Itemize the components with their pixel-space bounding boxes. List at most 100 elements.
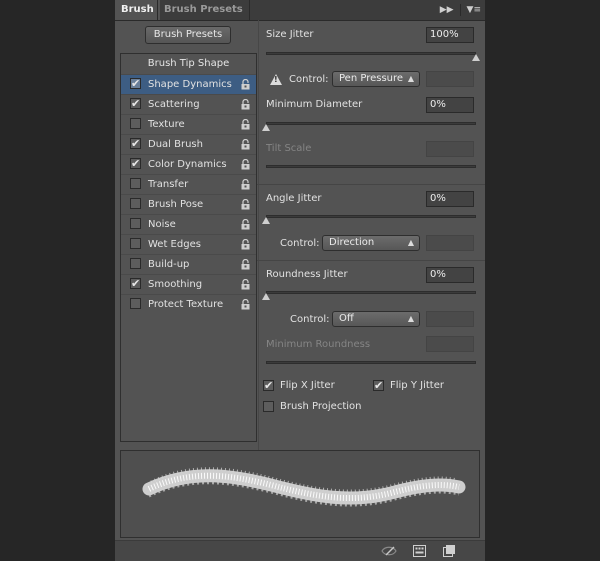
lock-icon[interactable] bbox=[241, 238, 250, 250]
brush-option-item[interactable]: Transfer bbox=[121, 174, 256, 194]
new-preset-icon[interactable] bbox=[443, 545, 455, 557]
angle-jitter-slider[interactable] bbox=[266, 215, 476, 218]
angle-control-value: Direction bbox=[329, 237, 375, 248]
size-control-value: Pen Pressure bbox=[339, 73, 404, 84]
minimum-diameter-thumb[interactable] bbox=[262, 124, 270, 131]
brush-option-item[interactable]: ✔ Dual Brush bbox=[121, 134, 256, 154]
roundness-jitter-slider[interactable] bbox=[266, 291, 476, 294]
roundness-control-label: Control: bbox=[290, 314, 330, 325]
brush-stroke-preview bbox=[120, 450, 480, 538]
lock-icon[interactable] bbox=[241, 218, 250, 230]
option-checkbox[interactable] bbox=[130, 238, 141, 249]
option-checkbox[interactable]: ✔ bbox=[130, 78, 141, 89]
option-checkbox[interactable] bbox=[130, 218, 141, 229]
option-checkbox[interactable] bbox=[130, 258, 141, 269]
roundness-jitter-label: Roundness Jitter bbox=[266, 269, 348, 280]
option-label: Scattering bbox=[148, 99, 200, 110]
option-checkbox[interactable] bbox=[130, 198, 141, 209]
lock-icon[interactable] bbox=[241, 198, 250, 210]
size-control-select[interactable]: Pen Pressure ▲ bbox=[332, 71, 420, 87]
minimum-roundness-field bbox=[426, 336, 474, 352]
option-checkbox[interactable]: ✔ bbox=[130, 138, 141, 149]
option-checkbox[interactable]: ✔ bbox=[130, 158, 141, 169]
angle-control-select[interactable]: Direction ▲ bbox=[322, 235, 420, 251]
lock-icon[interactable] bbox=[241, 298, 250, 310]
angle-jitter-thumb[interactable] bbox=[262, 217, 270, 224]
flip-y-label: Flip Y Jitter bbox=[390, 380, 444, 391]
section-divider bbox=[257, 184, 485, 185]
panel-controls: ▶▶ ▼≡ bbox=[440, 0, 481, 20]
lock-icon[interactable] bbox=[241, 118, 250, 130]
size-jitter-slider[interactable] bbox=[266, 52, 476, 55]
brush-projection-label: Brush Projection bbox=[280, 401, 362, 412]
flip-y-checkbox[interactable]: ✔ bbox=[373, 380, 384, 391]
minimum-diameter-field[interactable]: 0% bbox=[426, 97, 474, 113]
option-label: Protect Texture bbox=[148, 299, 224, 310]
brush-option-item[interactable]: Protect Texture bbox=[121, 294, 256, 314]
brush-option-item[interactable]: Texture bbox=[121, 114, 256, 134]
brush-option-item[interactable]: Wet Edges bbox=[121, 234, 256, 254]
minimum-roundness-label: Minimum Roundness bbox=[266, 339, 371, 350]
column-divider bbox=[258, 20, 259, 450]
divider bbox=[459, 4, 461, 16]
section-divider bbox=[257, 260, 485, 261]
panel-footer bbox=[115, 540, 485, 561]
size-jitter-field[interactable]: 100% bbox=[426, 27, 474, 43]
brush-stroke-image bbox=[142, 467, 466, 507]
lock-icon[interactable] bbox=[241, 78, 250, 90]
option-checkbox[interactable] bbox=[130, 178, 141, 189]
lock-icon[interactable] bbox=[241, 158, 250, 170]
option-label: Wet Edges bbox=[148, 239, 201, 250]
option-label: Noise bbox=[148, 219, 176, 230]
option-label: Color Dynamics bbox=[148, 159, 227, 170]
option-checkbox[interactable] bbox=[130, 118, 141, 129]
minimum-diameter-slider[interactable] bbox=[266, 122, 476, 125]
roundness-jitter-thumb[interactable] bbox=[262, 293, 270, 300]
brush-options-list: Brush Tip Shape ✔ Shape Dynamics ✔ Scatteri… bbox=[120, 53, 257, 442]
lock-icon[interactable] bbox=[241, 178, 250, 190]
toggle-preview-icon[interactable] bbox=[381, 545, 397, 557]
option-label: Transfer bbox=[148, 179, 189, 190]
roundness-jitter-field[interactable]: 0% bbox=[426, 267, 474, 283]
tab-brush-presets[interactable]: Brush Presets bbox=[157, 0, 250, 20]
chevron-updown-icon: ▲ bbox=[407, 74, 414, 83]
roundness-control-select[interactable]: Off ▲ bbox=[332, 311, 420, 327]
angle-control-field bbox=[426, 235, 474, 251]
angle-jitter-label: Angle Jitter bbox=[266, 193, 322, 204]
lock-icon[interactable] bbox=[241, 258, 250, 270]
option-checkbox[interactable] bbox=[130, 298, 141, 309]
brush-option-item[interactable]: ✔ Smoothing bbox=[121, 274, 256, 294]
chevron-updown-icon: ▲ bbox=[407, 314, 414, 323]
brush-option-item[interactable]: Brush Pose bbox=[121, 194, 256, 214]
option-label: Brush Pose bbox=[148, 199, 204, 210]
brush-panel: Brush Brush Presets ▶▶ ▼≡ Brush Presets … bbox=[115, 0, 485, 561]
size-control-field bbox=[426, 71, 474, 87]
angle-control-label: Control: bbox=[280, 238, 320, 249]
brush-option-item[interactable]: ✔ Shape Dynamics bbox=[121, 74, 256, 94]
brush-option-item[interactable]: ✔ Color Dynamics bbox=[121, 154, 256, 174]
tab-brush[interactable]: Brush bbox=[115, 0, 160, 20]
grid-icon[interactable] bbox=[413, 545, 426, 557]
lock-icon[interactable] bbox=[241, 138, 250, 150]
brush-option-item[interactable]: ✔ Scattering bbox=[121, 94, 256, 114]
tilt-scale-slider bbox=[266, 165, 476, 168]
brush-presets-button[interactable]: Brush Presets bbox=[145, 26, 231, 44]
lock-icon[interactable] bbox=[241, 278, 250, 290]
size-jitter-thumb[interactable] bbox=[472, 54, 480, 61]
tilt-scale-label: Tilt Scale bbox=[266, 143, 312, 154]
brush-option-item[interactable]: Build-up bbox=[121, 254, 256, 274]
option-label: Build-up bbox=[148, 259, 190, 270]
flip-x-checkbox[interactable]: ✔ bbox=[263, 380, 274, 391]
panel-menu-icon[interactable]: ▼≡ bbox=[467, 5, 481, 15]
option-checkbox[interactable]: ✔ bbox=[130, 278, 141, 289]
collapse-icon[interactable]: ▶▶ bbox=[440, 5, 454, 15]
size-control-label: Control: bbox=[289, 74, 329, 85]
option-checkbox[interactable]: ✔ bbox=[130, 98, 141, 109]
tilt-scale-field bbox=[426, 141, 474, 157]
brush-tip-shape-item[interactable]: Brush Tip Shape bbox=[121, 54, 256, 74]
brush-projection-checkbox[interactable] bbox=[263, 401, 274, 412]
angle-jitter-field[interactable]: 0% bbox=[426, 191, 474, 207]
lock-icon[interactable] bbox=[241, 98, 250, 110]
tab-bar: Brush Brush Presets ▶▶ ▼≡ bbox=[115, 0, 485, 21]
brush-option-item[interactable]: Noise bbox=[121, 214, 256, 234]
